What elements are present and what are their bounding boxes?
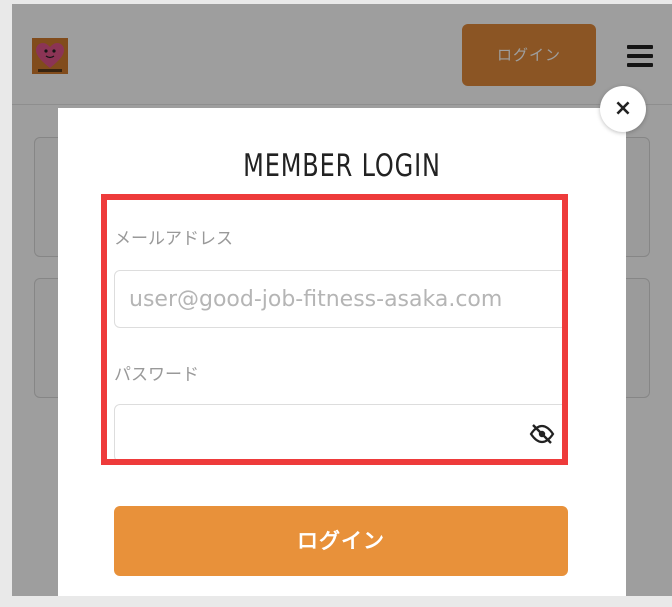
close-icon[interactable]: ×	[600, 86, 646, 132]
highlight-box	[101, 194, 568, 465]
login-submit-button[interactable]: ログイン	[114, 506, 568, 576]
modal-title: MEMBER LOGIN	[243, 148, 441, 184]
